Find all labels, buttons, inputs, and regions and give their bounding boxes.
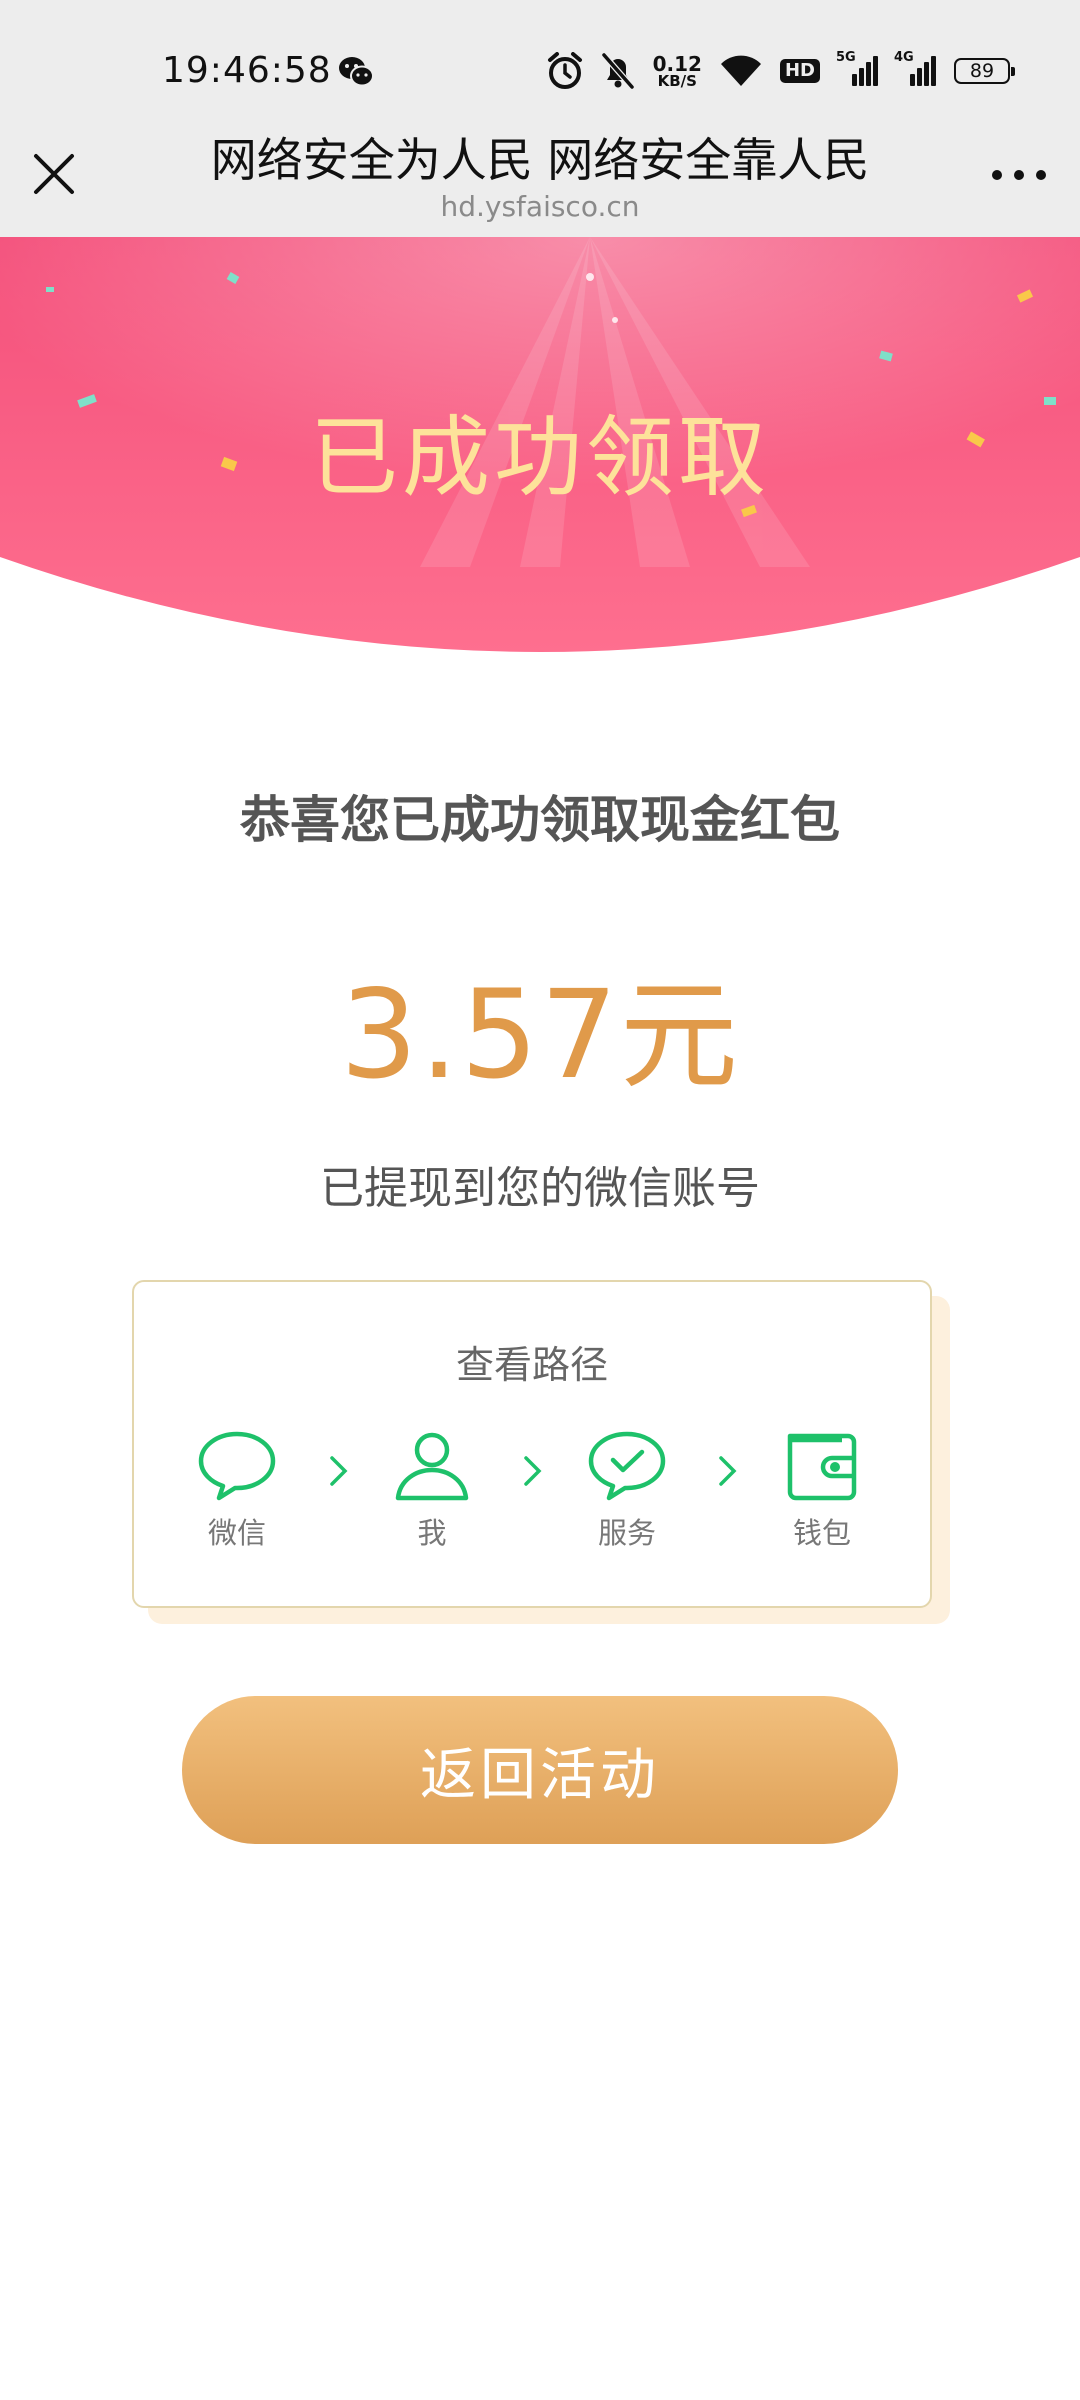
chevron-right-icon — [719, 1456, 737, 1486]
status-bar: 19:46:58 0.12 KB/S HD 5G 4G 89 — [0, 0, 1080, 140]
signal-5g-tag: 5G — [836, 50, 856, 65]
signal-4g-icon: 4G — [894, 50, 936, 86]
amount-unit: 元 — [619, 967, 740, 1105]
status-time: 19:46:58 — [162, 50, 332, 91]
signal-5g-icon: 5G — [836, 50, 878, 86]
return-to-activity-button[interactable]: 返回活动 — [182, 1696, 898, 1844]
battery-icon: 89 — [954, 58, 1015, 84]
path-step-label: 我 — [417, 1516, 447, 1550]
page-url: hd.ysfaisco.cn — [440, 190, 640, 223]
path-step-services: 服务 — [557, 1430, 697, 1552]
chevron-right-icon — [524, 1456, 542, 1486]
more-options-icon[interactable] — [992, 166, 1046, 182]
path-step-label: 微信 — [207, 1516, 266, 1550]
path-card-title: 查看路径 — [455, 1343, 608, 1387]
wifi-icon — [720, 54, 762, 88]
amount-value: 3.57 — [340, 964, 620, 1106]
red-packet-amount: 3.57元 — [0, 940, 1080, 1111]
webview-nav-bar: 网络安全为人民 网络安全靠人民 hd.ysfaisco.cn — [0, 133, 1080, 237]
network-speed-unit: KB/S — [657, 71, 697, 90]
withdrawn-note: 已提现到您的微信账号 — [320, 1163, 760, 1214]
path-step-label: 服务 — [597, 1516, 656, 1550]
path-step-me: 我 — [362, 1430, 502, 1552]
page-title: 网络安全为人民 网络安全靠人民 — [210, 133, 870, 187]
chat-bubble-icon — [198, 1431, 276, 1501]
chevron-right-icon — [330, 1456, 348, 1486]
check-bubble-icon — [588, 1431, 666, 1501]
wechat-notification-icon — [338, 55, 374, 89]
path-step-label: 钱包 — [792, 1516, 851, 1550]
person-icon — [395, 1432, 469, 1501]
mute-bell-icon — [601, 52, 635, 90]
success-banner: 已成功领取 — [0, 237, 1080, 660]
wallet-icon — [787, 1433, 857, 1501]
path-step-wechat: 微信 — [167, 1430, 307, 1552]
network-speed: 0.12 KB/S — [653, 54, 702, 89]
hd-voice-badge: HD — [779, 59, 820, 83]
battery-level: 89 — [969, 60, 995, 82]
congrats-text: 恭喜您已成功领取现金红包 — [240, 791, 840, 849]
signal-4g-tag: 4G — [894, 50, 914, 65]
alarm-icon — [547, 52, 583, 90]
path-step-wallet: 钱包 — [752, 1430, 892, 1552]
banner-title: 已成功领取 — [309, 406, 770, 509]
path-card: 查看路径 微信 我 服务 钱包 — [132, 1280, 932, 1608]
network-speed-value: 0.12 — [652, 51, 702, 76]
